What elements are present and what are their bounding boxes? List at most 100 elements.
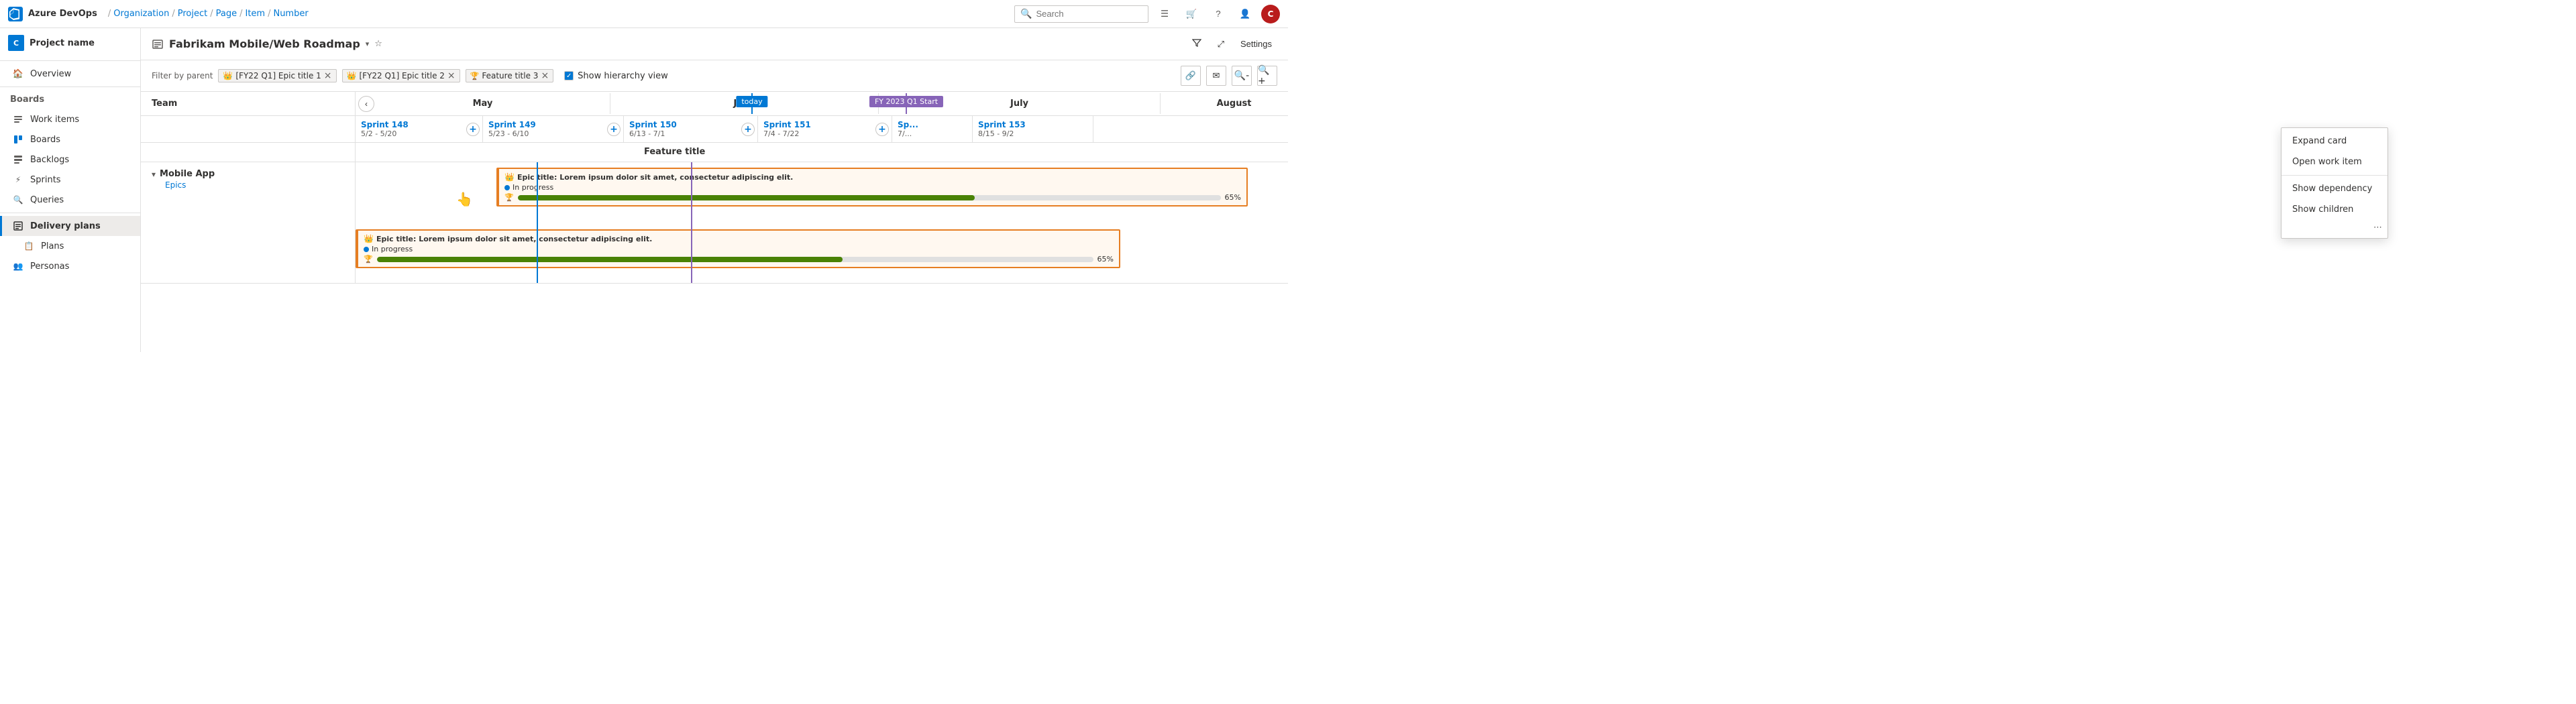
sidebar-label-delivery-plans: Delivery plans [30, 221, 101, 231]
breadcrumb-page[interactable]: Page [216, 9, 237, 19]
breadcrumb-number[interactable]: Number [273, 9, 308, 19]
backlogs-icon [13, 154, 23, 165]
roadmap-dropdown-button[interactable]: ▾ [366, 40, 370, 48]
epic-bar-1[interactable]: 👑 Epic title: Lorem ipsum dolor sit amet… [496, 168, 1248, 207]
hierarchy-label: Show hierarchy view [578, 71, 668, 81]
sprint-150-name[interactable]: Sprint 150 [629, 120, 752, 129]
feature-title-label: Feature title [644, 147, 705, 157]
context-menu-show-children[interactable]: Show children [2282, 199, 2387, 220]
project-header[interactable]: C Project name [0, 28, 140, 58]
zoom-out-button[interactable]: 🔍- [1232, 66, 1252, 86]
breadcrumb-organization[interactable]: Organization [113, 9, 169, 19]
sidebar-item-boards[interactable]: Boards [0, 129, 140, 150]
sprint-151-add-button[interactable]: + [875, 123, 889, 136]
sidebar-item-overview[interactable]: 🏠 Overview [0, 64, 140, 84]
zoom-in-button[interactable]: 🔍+ [1257, 66, 1277, 86]
sidebar-item-work-items[interactable]: Work items [0, 109, 140, 129]
sprint-148-name[interactable]: Sprint 148 [361, 120, 477, 129]
crown-icon-1: 👑 [223, 71, 233, 80]
azure-devops-logo[interactable] [8, 7, 23, 21]
sprint-149-add-button[interactable]: + [607, 123, 621, 136]
expand-icon: ⤢ [1218, 39, 1224, 50]
sprint-148-add-button[interactable]: + [466, 123, 480, 136]
team-mobile-app-name: Mobile App [160, 169, 215, 179]
search-box[interactable]: 🔍 [1014, 5, 1148, 23]
sidebar-item-delivery-plans[interactable]: Delivery plans [0, 216, 140, 236]
top-nav-actions: 🔍 ☰ 🛒 ? 👤 C [1014, 3, 1280, 25]
project-name: Project name [30, 38, 95, 48]
sidebar-divider [0, 60, 140, 61]
sidebar-label-queries: Queries [30, 195, 64, 205]
context-menu-open-work-item[interactable]: Open work item [2282, 152, 2387, 172]
list-view-button[interactable]: ☰ [1154, 3, 1175, 25]
epic-1-progress-pct: 65% [1225, 193, 1241, 202]
sprint-153-name[interactable]: Sprint 153 [978, 120, 1087, 129]
sprint-150-cell: Sprint 150 6/13 - 7/1 + [624, 116, 758, 142]
filter-tag-3[interactable]: 🏆 Feature title 3 × [466, 69, 554, 82]
expand-team-icon[interactable]: ▾ [152, 170, 156, 179]
sidebar-item-sprints[interactable]: ⚡ Sprints [0, 170, 140, 190]
user-icon: 👤 [1240, 9, 1251, 19]
filter-bar: Filter by parent 👑 [FY22 Q1] Epic title … [141, 60, 1288, 92]
feature-title-team-col [141, 143, 356, 162]
breadcrumb: / Organization / Project / Page / Item /… [108, 9, 309, 19]
timeline-months: today FY 2023 Q1 Start ‹ May June [356, 93, 1288, 114]
sprint-149-cell: Sprint 149 5/23 - 6/10 + [483, 116, 624, 142]
sprint-152-name[interactable]: Sp... [898, 120, 967, 129]
hierarchy-checkbox[interactable]: ✓ [564, 71, 574, 80]
filter-tag-2-remove[interactable]: × [447, 71, 455, 80]
crown-icon-2: 👑 [347, 71, 357, 80]
epic-bar-2[interactable]: 👑 Epic title: Lorem ipsum dolor sit amet… [356, 229, 1120, 268]
more-options-icon[interactable]: ⋯ [2373, 223, 2382, 233]
personas-icon: 👥 [13, 261, 23, 272]
link-button[interactable]: 🔗 [1181, 66, 1201, 86]
search-input[interactable] [1036, 9, 1142, 19]
avatar[interactable]: C [1261, 5, 1280, 23]
status-dot-1 [504, 185, 510, 190]
store-button[interactable]: 🛒 [1181, 3, 1202, 25]
team-row-mobile-app: ▾ Mobile App Epics [141, 162, 1288, 284]
sidebar-item-plans[interactable]: 📋 Plans [0, 236, 140, 256]
team-label: Team [152, 99, 177, 109]
filter-tag-3-remove[interactable]: × [541, 71, 549, 80]
sprint-153-date: 8/15 - 9/2 [978, 129, 1087, 138]
user-settings-button[interactable]: 👤 [1234, 3, 1256, 25]
epic-2-progress-fill [377, 257, 843, 262]
favorite-button[interactable]: ☆ [374, 39, 382, 49]
feature-title-timeline: Feature title [356, 143, 1288, 162]
hierarchy-toggle[interactable]: ✓ Show hierarchy view [564, 71, 668, 81]
breadcrumb-project[interactable]: Project [178, 9, 207, 19]
prev-month-button[interactable]: ‹ [358, 96, 374, 112]
sidebar-item-queries[interactable]: 🔍 Queries [0, 190, 140, 210]
filter-tag-1[interactable]: 👑 [FY22 Q1] Epic title 1 × [218, 69, 336, 82]
filter-tag-2[interactable]: 👑 [FY22 Q1] Epic title 2 × [342, 69, 460, 82]
filter-tag-1-remove[interactable]: × [324, 71, 332, 80]
work-items-icon [13, 114, 23, 125]
context-menu-expand-card[interactable]: Expand card [2282, 131, 2387, 152]
help-button[interactable]: ? [1208, 3, 1229, 25]
sidebar-item-personas[interactable]: 👥 Personas [0, 256, 140, 276]
sprint-150-add-button[interactable]: + [741, 123, 755, 136]
settings-button[interactable]: Settings [1235, 36, 1277, 52]
breadcrumb-item[interactable]: Item [245, 9, 265, 19]
sprint-151-name[interactable]: Sprint 151 [763, 120, 886, 129]
email-button[interactable]: ✉ [1206, 66, 1226, 86]
sidebar-item-backlogs[interactable]: Backlogs [0, 150, 140, 170]
expand-button[interactable]: ⤢ [1212, 36, 1230, 53]
zoom-in-icon: 🔍+ [1258, 65, 1277, 86]
epic-bar-2-title: 👑 Epic title: Lorem ipsum dolor sit amet… [364, 234, 1114, 243]
sprint-149-name[interactable]: Sprint 149 [488, 120, 618, 129]
sidebar-label-sprints: Sprints [30, 175, 61, 185]
context-menu-separator [2282, 175, 2387, 176]
sidebar-label-plans: Plans [41, 241, 64, 251]
content-header: Fabrikam Mobile/Web Roadmap ▾ ☆ ⤢ Settin… [141, 28, 1288, 60]
epic-bar-1-title: 👑 Epic title: Lorem ipsum dolor sit amet… [504, 172, 1241, 182]
context-menu-show-dependency[interactable]: Show dependency [2282, 178, 2387, 199]
epics-label[interactable]: Epics [152, 180, 344, 190]
team-column-header: Team [141, 92, 356, 115]
store-icon: 🛒 [1186, 9, 1197, 19]
email-icon: ✉ [1213, 71, 1220, 81]
filter-button[interactable] [1187, 35, 1207, 53]
board-area[interactable]: Team today FY 2023 Q1 Start ‹ [141, 92, 1288, 352]
sidebar-label-boards: Boards [30, 135, 60, 145]
